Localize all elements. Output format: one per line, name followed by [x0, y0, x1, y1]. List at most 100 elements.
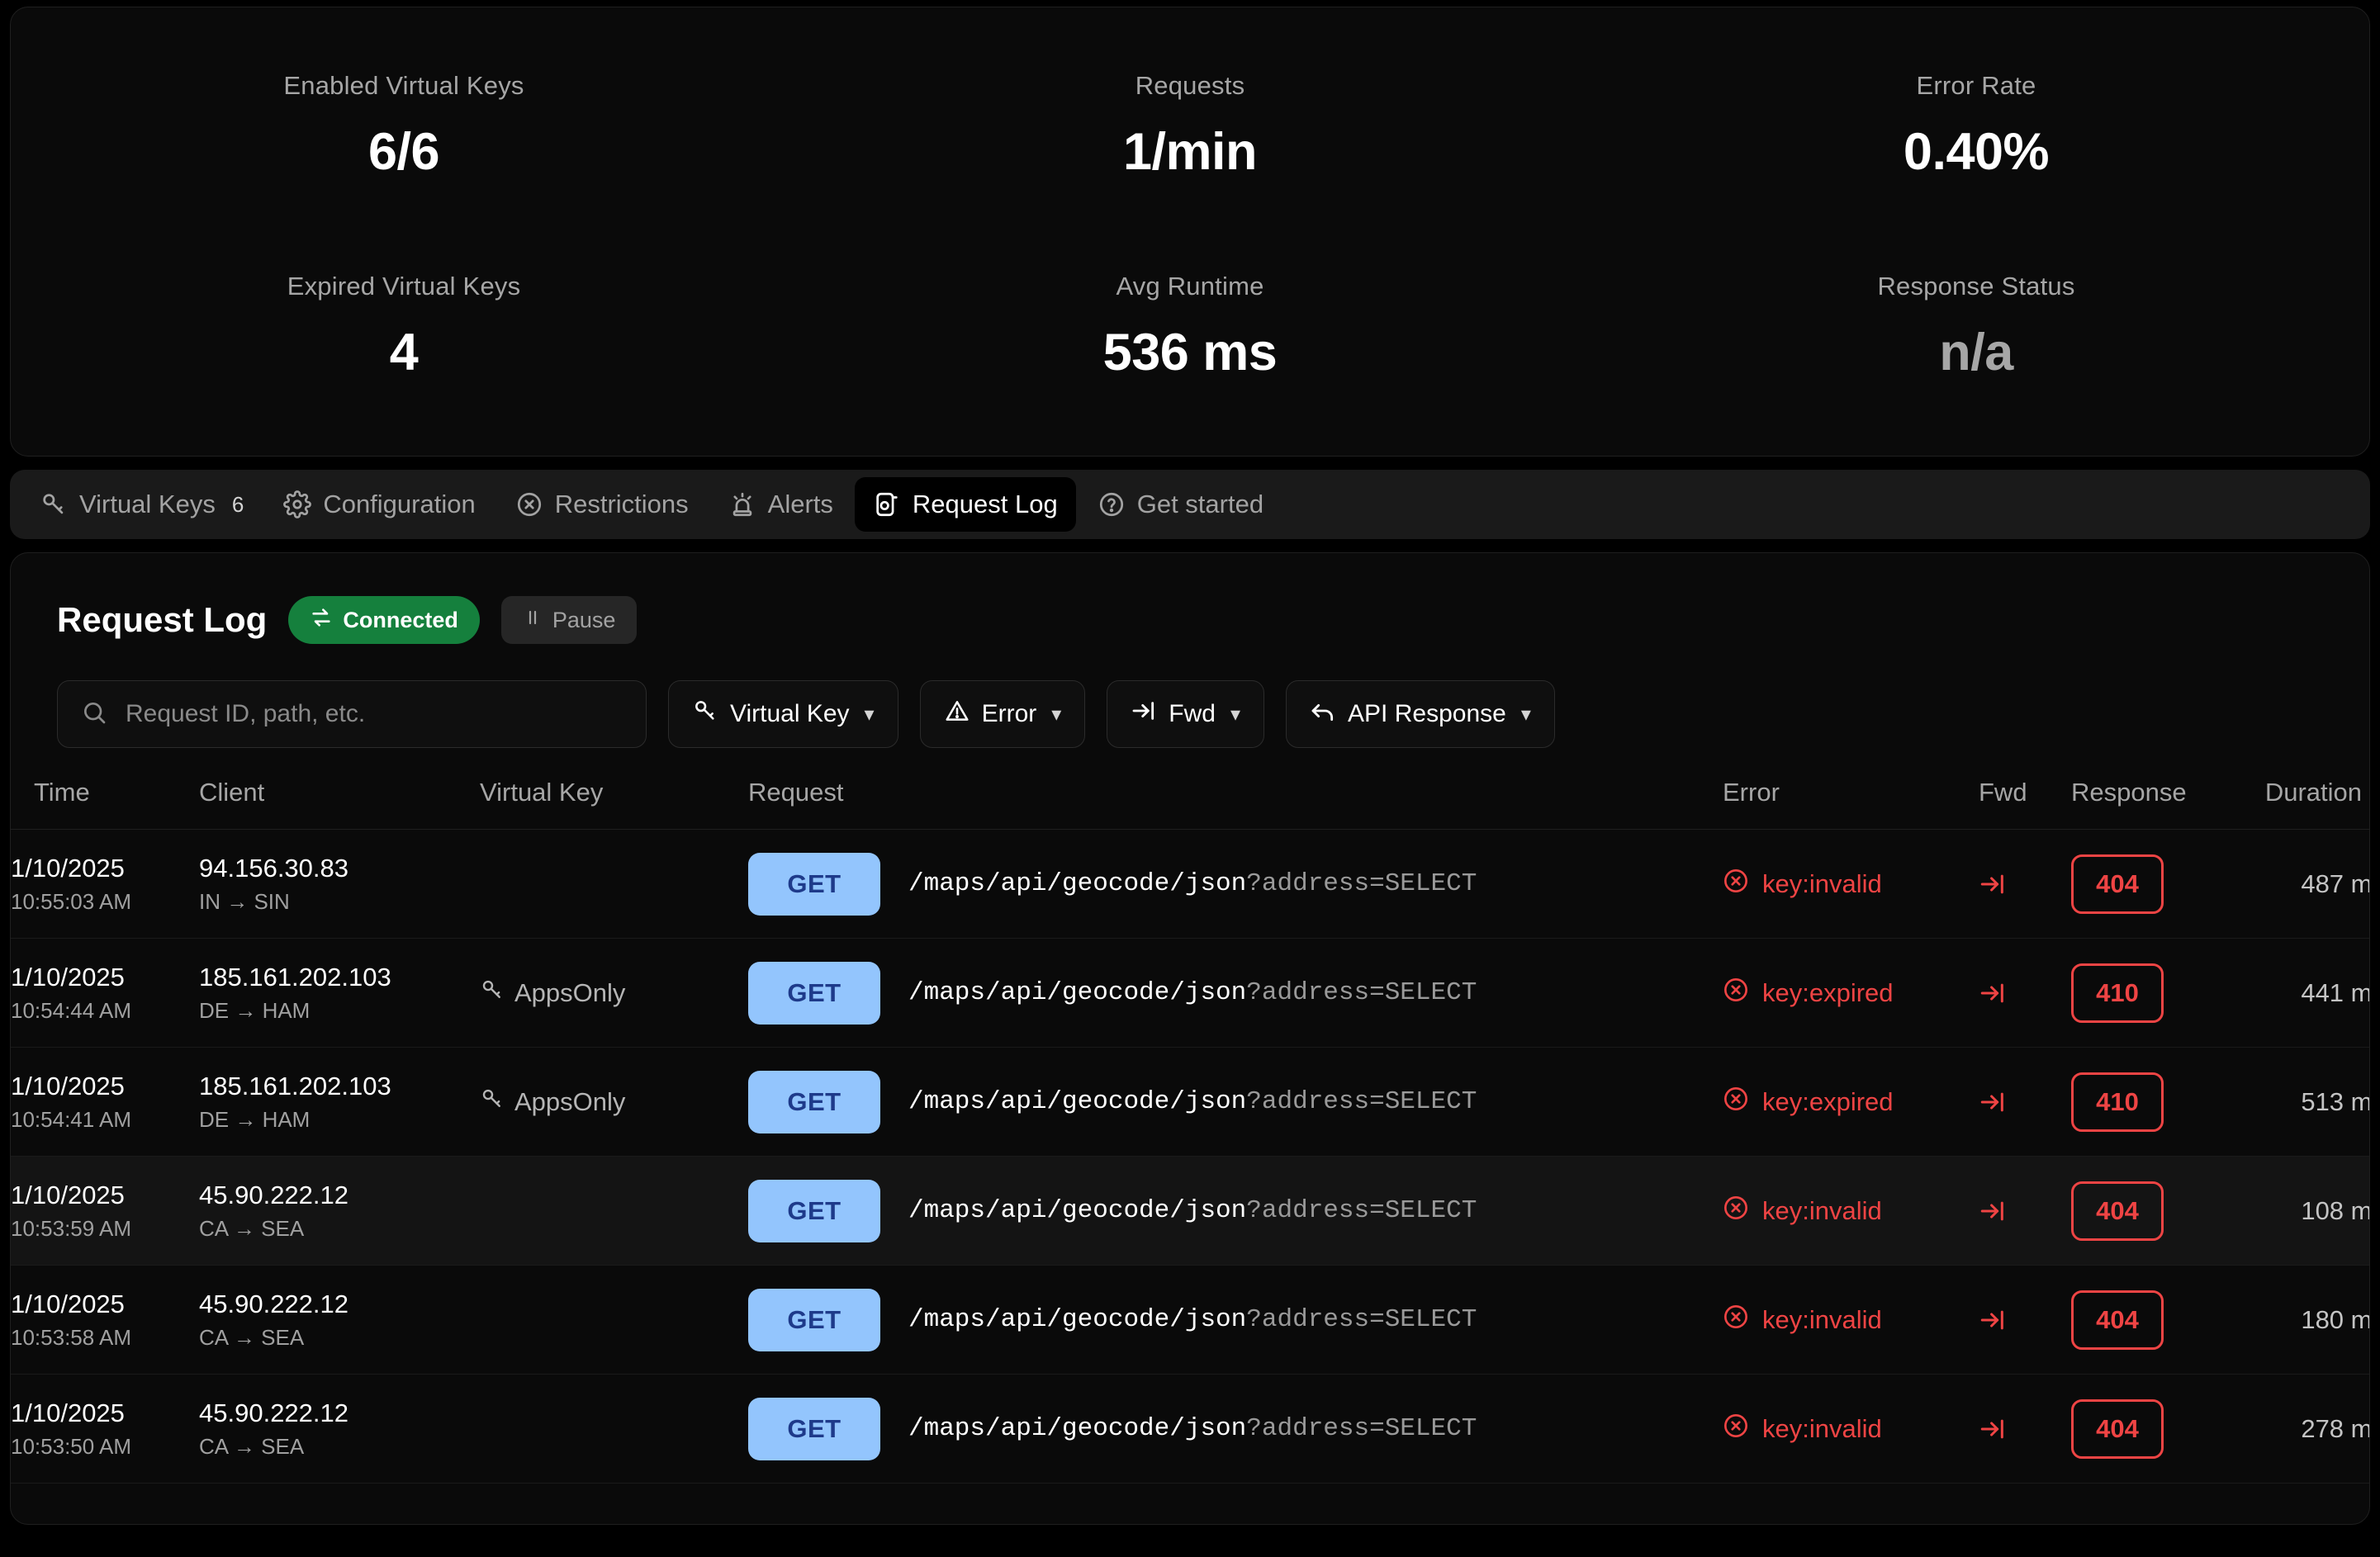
filter-fwd-button[interactable]: Fwd ▾: [1107, 680, 1265, 748]
table-row[interactable]: 1/10/2025 10:55:03 AM 94.156.30.83 IN → …: [11, 830, 2369, 939]
row-route: CA → SEA: [199, 1433, 305, 1459]
path-base: /maps/api/geocode/json: [908, 1414, 1247, 1443]
cell-duration: 108 ms: [2301, 1195, 2370, 1225]
cell-duration: 513 ms: [2301, 1086, 2370, 1116]
column-header-virtual-key[interactable]: Virtual Key: [480, 778, 748, 830]
path-base: /maps/api/geocode/json: [908, 1087, 1247, 1116]
row-date: 1/10/2025: [11, 1071, 125, 1100]
status-badge: 404: [2071, 854, 2164, 914]
virtual-key-chip[interactable]: AppsOnly: [480, 1086, 748, 1118]
column-header-client[interactable]: Client: [199, 778, 480, 830]
cell-virtual-key: AppsOnly: [480, 1048, 748, 1157]
cell-response: 404: [2071, 1266, 2228, 1375]
tab-alerts[interactable]: Alerts: [710, 477, 851, 532]
cell-time: 1/10/2025 10:55:03 AM: [11, 830, 199, 939]
row-date: 1/10/2025: [11, 853, 125, 883]
request-path: /maps/api/geocode/json?address=SELECT: [908, 1196, 1477, 1225]
row-route: CA → SEA: [199, 1324, 305, 1350]
column-header-error[interactable]: Error: [1723, 778, 1979, 830]
cell-error: key:invalid: [1723, 1157, 1979, 1266]
row-time: 10:54:41 AM: [11, 1106, 131, 1132]
tab-bar: Virtual Keys 6 Configuration Restriction…: [10, 470, 2370, 539]
connection-status-badge[interactable]: Connected: [288, 596, 480, 644]
table-row[interactable]: 1/10/2025 10:53:59 AM 45.90.222.12 CA → …: [11, 1156, 2370, 1266]
cell-fwd: [1979, 1266, 2071, 1375]
filter-label: Fwd: [1169, 700, 1216, 727]
cell-response: 404: [2071, 830, 2228, 939]
cell-client: 45.90.222.12 CA → SEA: [199, 1375, 480, 1484]
error-indicator[interactable]: key:invalid: [1723, 1413, 1979, 1446]
column-header-request[interactable]: Request: [748, 778, 1723, 830]
column-header-time[interactable]: Time: [11, 778, 199, 830]
table-row[interactable]: 1/10/2025 10:54:41 AM 185.161.202.103 DE…: [11, 1048, 2370, 1157]
cell-client: 94.156.30.83 IN → SIN: [199, 830, 480, 939]
stat-value: 1/min: [1122, 123, 1258, 182]
filter-buttons: Virtual Key ▾ Error ▾ Fwd ▾ API Response…: [668, 680, 1555, 748]
search-box[interactable]: [57, 680, 647, 748]
error-label: key:expired: [1762, 1086, 1894, 1116]
chevron-down-icon: ▾: [1230, 703, 1241, 726]
column-header-fwd[interactable]: Fwd: [1979, 778, 2071, 830]
cell-client: 45.90.222.12 CA → SEA: [199, 1157, 480, 1266]
cell-response: 410: [2071, 939, 2228, 1048]
method-badge: GET: [748, 1397, 880, 1460]
stat-label: Expired Virtual Keys: [287, 271, 521, 301]
column-header-duration[interactable]: Duration: [2228, 778, 2369, 830]
path-query: ?address=SELECT: [1246, 1196, 1477, 1225]
cell-error: key:invalid: [1723, 1266, 1979, 1375]
stats-card: Enabled Virtual Keys 6/6 Requests 1/min …: [10, 7, 2370, 457]
table-row[interactable]: 1/10/2025 10:53:58 AM 45.90.222.12 CA → …: [11, 1266, 2369, 1375]
request-path: /maps/api/geocode/json?address=SELECT: [908, 1305, 1477, 1334]
tab-request-log[interactable]: Request Log: [854, 477, 1076, 532]
stats-row-2: Expired Virtual Keys 4 Avg Runtime 536 m…: [11, 256, 2369, 457]
cell-error: key:invalid: [1723, 1375, 1979, 1484]
x-circle-icon: [1723, 1195, 1749, 1228]
cell-fwd: [1979, 939, 2071, 1048]
row-route: DE → HAM: [199, 1106, 311, 1132]
cell-request: GET /maps/api/geocode/json?address=SELEC…: [748, 939, 1723, 1048]
x-circle-icon: [1723, 1086, 1749, 1119]
tab-label: Restrictions: [554, 490, 689, 518]
stat-label: Requests: [1135, 71, 1245, 100]
search-input[interactable]: [126, 700, 623, 728]
row-time: 10:53:59 AM: [11, 1215, 131, 1241]
stat-value: 536 ms: [1102, 323, 1278, 381]
forwarded-icon: [1979, 1088, 2071, 1116]
error-indicator[interactable]: key:invalid: [1723, 1304, 1979, 1337]
status-badge: 404: [2071, 1398, 2164, 1459]
virtual-key-chip[interactable]: AppsOnly: [480, 977, 748, 1009]
pause-button[interactable]: Pause: [500, 596, 638, 644]
status-badge: 404: [2071, 1290, 2164, 1350]
column-header-response[interactable]: Response: [2071, 778, 2228, 830]
error-indicator[interactable]: key:expired: [1723, 977, 1979, 1010]
stat-value: 4: [389, 323, 419, 381]
request-log-panel: Request Log Connected Pause Request ID, …: [10, 552, 2370, 1525]
pause-icon: [523, 608, 543, 633]
cell-duration: 278 ms: [2301, 1413, 2370, 1443]
path-base: /maps/api/geocode/json: [908, 869, 1247, 898]
chevron-down-icon: ▾: [864, 703, 875, 726]
tab-get-started[interactable]: Get started: [1079, 477, 1282, 532]
row-date: 1/10/2025: [11, 1398, 125, 1427]
error-label: key:invalid: [1762, 1413, 1882, 1443]
filter-api-response-button[interactable]: API Response ▾: [1286, 680, 1555, 748]
error-label: key:invalid: [1762, 868, 1882, 898]
stat-card-2-1: Avg Runtime 536 ms: [797, 256, 1583, 457]
x-circle-icon: [1723, 1413, 1749, 1446]
cell-virtual-key: [480, 830, 748, 939]
tab-configuration[interactable]: Configuration: [265, 477, 493, 532]
pause-label: Pause: [552, 607, 616, 632]
filter-error-button[interactable]: Error ▾: [919, 680, 1086, 748]
cell-time: 1/10/2025 10:53:59 AM: [11, 1157, 199, 1266]
error-indicator[interactable]: key:expired: [1723, 1086, 1979, 1119]
table-row[interactable]: 1/10/2025 10:54:44 AM 185.161.202.103 DE…: [11, 939, 2369, 1048]
tab-restrictions[interactable]: Restrictions: [497, 477, 707, 532]
error-indicator[interactable]: key:invalid: [1723, 1195, 1979, 1228]
method-badge: GET: [748, 1179, 880, 1242]
x-circle-icon: [1723, 868, 1749, 901]
table-row[interactable]: 1/10/2025 10:53:50 AM 45.90.222.12 CA → …: [11, 1375, 2370, 1484]
tab-virtual-keys[interactable]: Virtual Keys 6: [21, 477, 262, 532]
error-indicator[interactable]: key:invalid: [1723, 868, 1979, 901]
error-label: key:invalid: [1762, 1304, 1882, 1334]
filter-virtual-key-button[interactable]: Virtual Key ▾: [668, 680, 898, 748]
